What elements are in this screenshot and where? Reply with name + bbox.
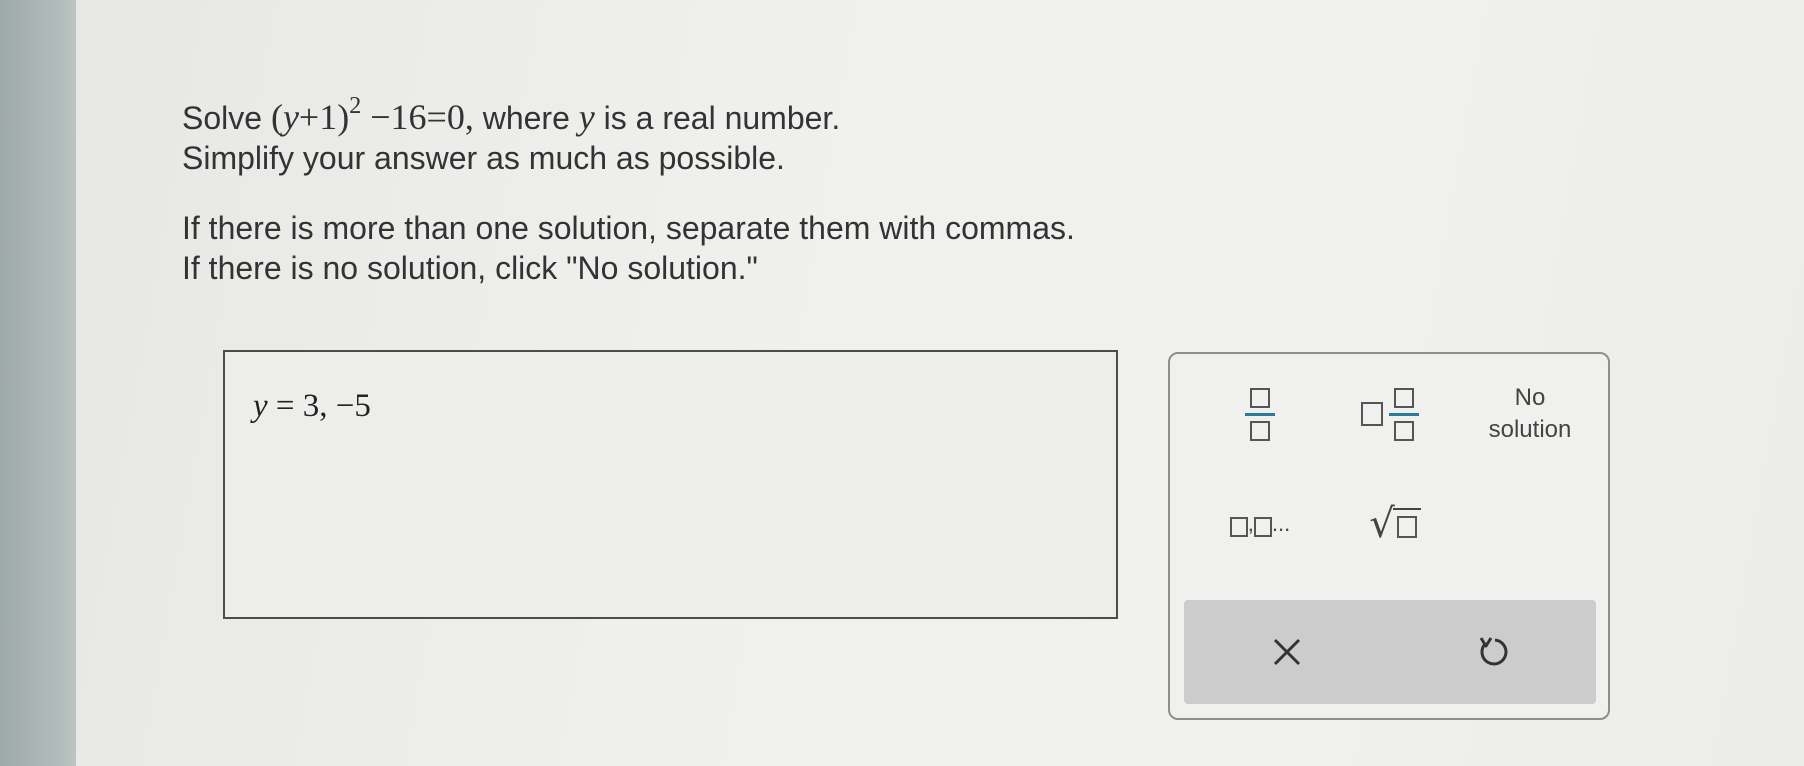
no-solution-line-1: No — [1514, 384, 1546, 411]
fraction-icon — [1245, 387, 1275, 441]
undo-icon — [1479, 637, 1508, 666]
clear-button[interactable] — [1184, 600, 1390, 704]
no-solution-line-2: solution — [1488, 416, 1572, 443]
question-line-1: Solve (y+1)2 −16=0, where y is a real nu… — [182, 86, 1075, 138]
question-prompt: Solve (y+1)2 −16=0, where y is a real nu… — [182, 86, 1075, 288]
where-var: y — [578, 97, 595, 137]
where-label: where — [482, 100, 570, 136]
list-button[interactable]: ,... — [1190, 484, 1330, 564]
answer-rest: = 3, −5 — [267, 388, 371, 424]
sqrt-icon: √ — [1369, 504, 1421, 545]
mixed-number-button[interactable] — [1330, 374, 1450, 454]
question-line-2: Simplify your answer as much as possible… — [182, 140, 785, 176]
bezel — [0, 0, 88, 766]
line1-end: is a real number. — [603, 100, 841, 136]
no-solution-button[interactable]: No solution — [1460, 374, 1600, 454]
math-keypad: No solution ,... √ — [1168, 352, 1610, 720]
solve-label: Solve — [182, 100, 263, 136]
answer-value: y = 3, −5 — [253, 388, 371, 425]
undo-button[interactable] — [1390, 600, 1596, 704]
x-icon — [1273, 638, 1301, 666]
answer-input[interactable]: y = 3, −5 — [223, 350, 1118, 619]
question-line-4: If there is no solution, click "No solut… — [182, 250, 758, 286]
exponent: 2 — [349, 93, 362, 119]
list-icon: ,... — [1229, 511, 1290, 537]
mixed-number-icon — [1361, 387, 1419, 441]
sqrt-button[interactable]: √ — [1335, 484, 1455, 564]
question-line-3: If there is more than one solution, sepa… — [182, 210, 1075, 246]
answer-var: y — [253, 388, 268, 424]
action-bar — [1184, 600, 1596, 704]
fraction-button[interactable] — [1210, 374, 1310, 454]
equation: (y+1)2 −16=0, — [270, 93, 474, 137]
